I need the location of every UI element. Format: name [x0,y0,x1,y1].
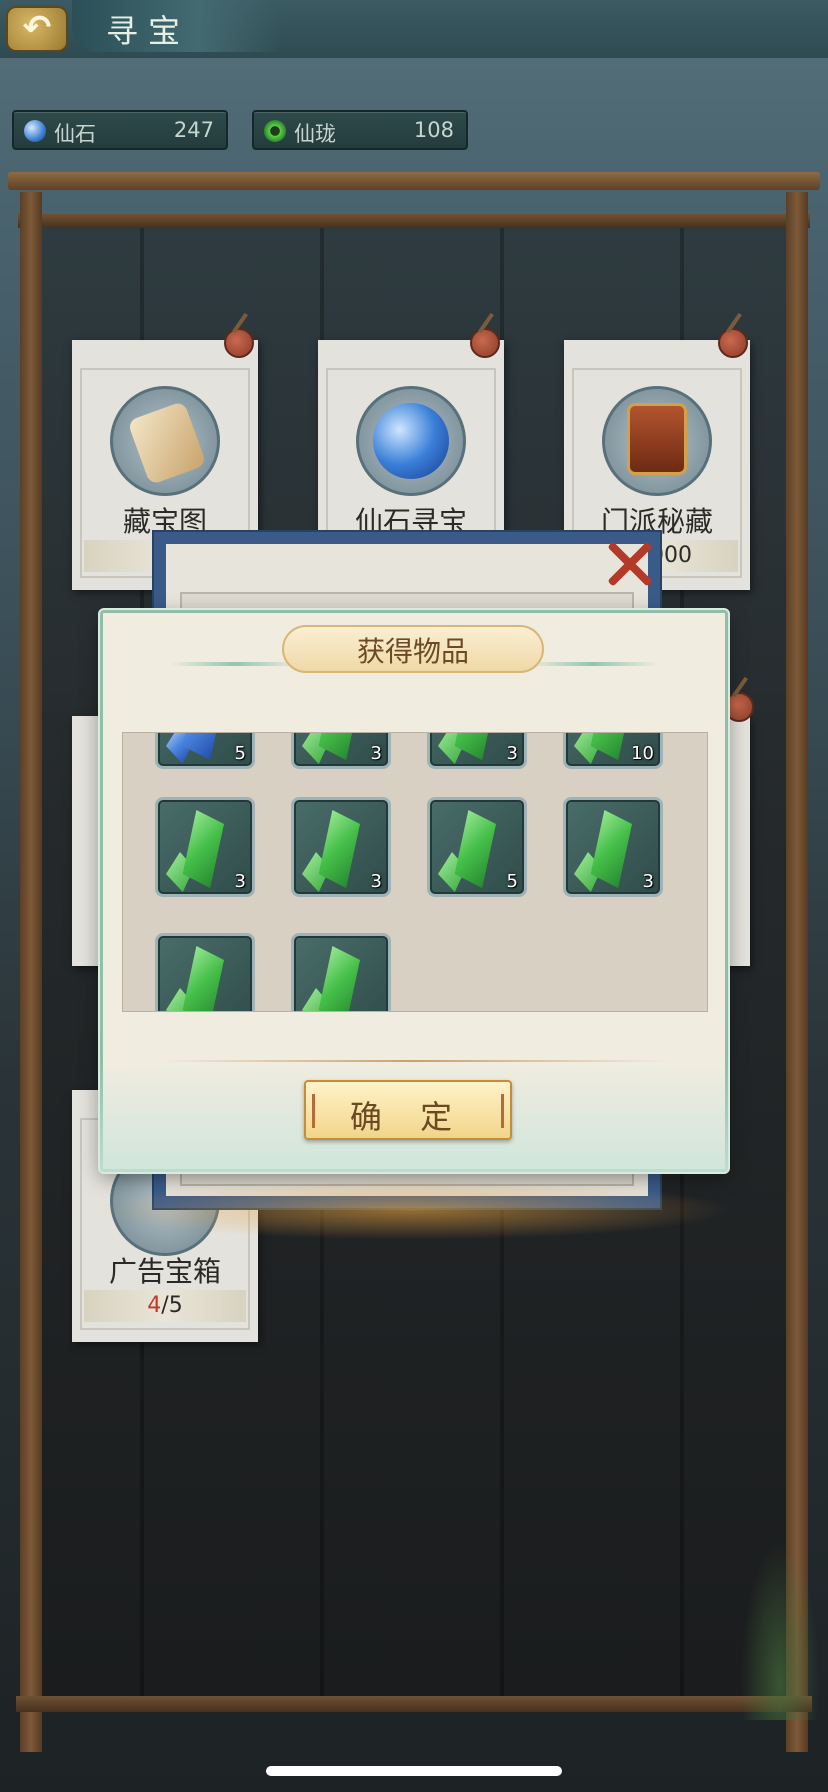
item-qty: 5 [234,743,246,764]
item-qty: 3 [370,743,382,764]
item-slot[interactable]: 3 [291,797,391,897]
confirm-button[interactable]: 确 定 [304,1080,512,1140]
currency-xianshi: 仙石 247 [12,110,228,150]
pushpin-icon [724,692,754,722]
items-scroll-panel[interactable]: 5 3 3 10 3 3 5 3 [122,732,708,1012]
dialog-title: 获得物品 [356,635,469,668]
currency-xianlong: 仙珑 108 [252,110,468,150]
item-slot[interactable]: 3 [291,733,391,769]
frame-top-beam [8,172,820,190]
page-title: 寻宝 [106,12,191,50]
bamboo-plant-decoration [740,1540,820,1720]
golden-glow [92,1180,732,1240]
card-icon-circle [110,386,220,496]
progress-current: 4 [147,1293,162,1318]
frame-crossbar [18,214,810,228]
frame-post-left [20,192,42,1752]
card-name: 广告宝箱 [108,1255,221,1288]
item-slot[interactable] [155,933,255,1011]
pushpin-icon [718,328,748,358]
item-qty: 5 [506,871,518,892]
item-qty: 3 [370,871,382,892]
sect-token-icon [627,403,687,475]
back-button[interactable]: ↶ [6,6,68,52]
item-slot[interactable]: 3 [563,797,663,897]
item-slot[interactable]: 10 [563,733,663,769]
card-icon-circle [356,386,466,496]
frame-bottom-beam [16,1696,812,1712]
currency-label: 仙珑 [294,122,336,146]
dialog-divider [160,1060,668,1062]
item-slot[interactable]: 5 [427,797,527,897]
treasure-map-scroll-icon [127,400,207,486]
item-qty: 3 [642,871,654,892]
button-ornament-right [501,1094,504,1128]
green-jade-icon [264,120,286,142]
green-crystal-icon [318,946,360,1011]
card-progress-bar: 4/5 [84,1290,246,1322]
home-indicator[interactable] [266,1766,562,1776]
blue-gem-icon [373,403,449,479]
item-slot[interactable]: 3 [155,797,255,897]
currency-value: 108 [413,118,454,142]
item-slot[interactable]: 3 [427,733,527,769]
green-crystal-icon [182,946,224,1011]
progress-total: /5 [161,1293,183,1318]
item-qty: 10 [631,743,654,764]
item-slot[interactable] [291,933,391,1011]
pushpin-icon [224,328,254,358]
blue-gem-icon [24,120,46,142]
confirm-button-label: 确 定 [349,1098,467,1136]
frame-post-right [786,192,808,1752]
cloud-ornament-right [528,662,658,666]
item-qty: 3 [506,743,518,764]
cloud-ornament-left [170,662,300,666]
back-arrow-icon: ↶ [22,8,52,48]
close-icon[interactable] [606,540,654,588]
item-qty: 3 [234,871,246,892]
card-progress: 4/5 [84,1290,246,1322]
pushpin-icon [470,328,500,358]
currency-value: 247 [173,118,214,142]
card-icon-circle [602,386,712,496]
item-slot[interactable]: 5 [155,733,255,769]
currency-label: 仙石 [54,122,96,146]
